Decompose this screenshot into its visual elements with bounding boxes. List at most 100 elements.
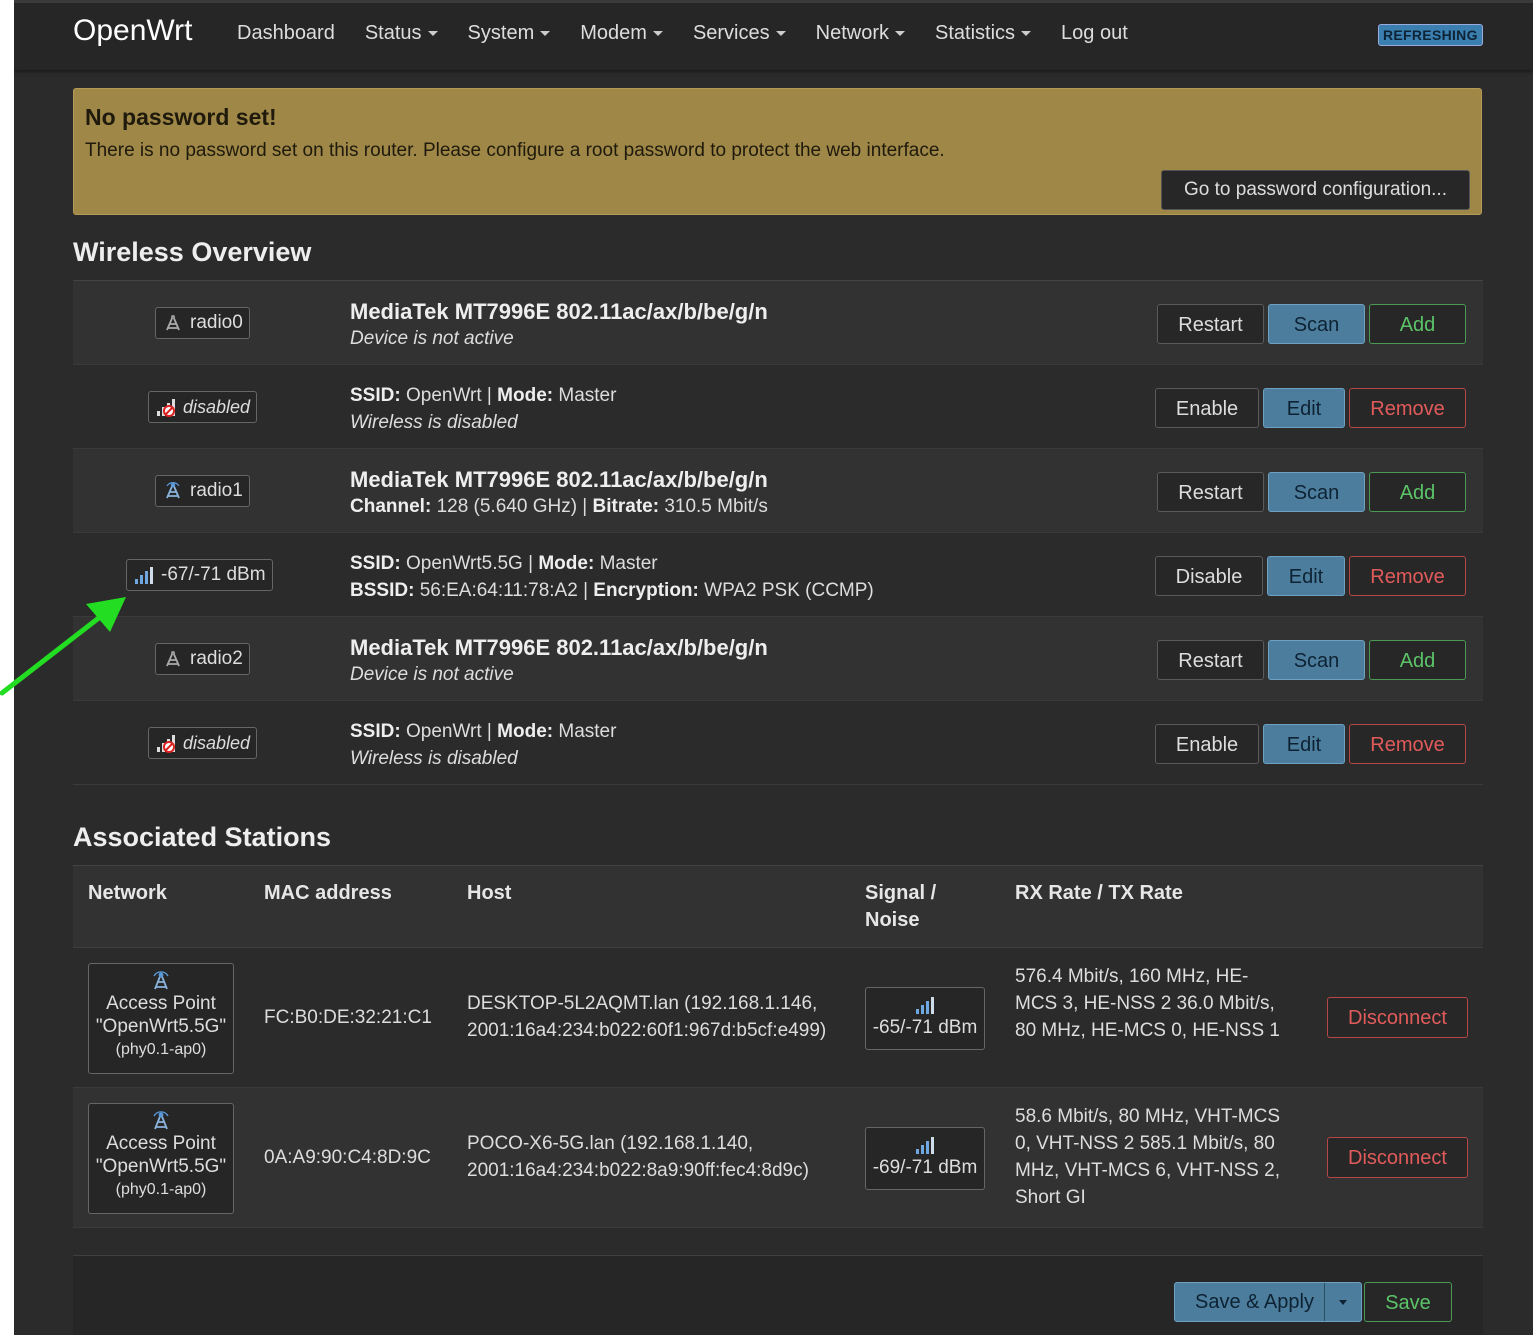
ssid-label: SSID:: [350, 721, 401, 742]
iface-ssid-line: SSID: OpenWrt5.5G | Mode: Master: [350, 553, 658, 574]
iface-status: Wireless is disabled: [350, 412, 518, 433]
radio-title: MediaTek MT7996E 802.11ac/ax/b/be/g/n: [350, 467, 768, 492]
brand-logo[interactable]: OpenWrt: [73, 14, 193, 48]
restart-button[interactable]: Restart: [1157, 472, 1264, 512]
nav-status[interactable]: Status: [365, 22, 438, 45]
signal-icon: [133, 564, 155, 586]
caret-down-icon: [1338, 1299, 1347, 1305]
access-point-icon: [89, 1110, 233, 1132]
network-ifname: (phy0.1-ap0): [115, 1181, 207, 1198]
scan-button[interactable]: Scan: [1268, 472, 1365, 512]
iface-info: SSID: OpenWrt | Mode: Master Wireless is…: [350, 382, 616, 436]
signal-disabled-icon: [155, 732, 177, 754]
channel-value: 128 (5.640 GHz): [436, 496, 578, 517]
nav-label: Log out: [1061, 22, 1128, 44]
bssid-label: BSSID:: [350, 580, 415, 601]
caret-down-icon: [652, 31, 663, 37]
add-button[interactable]: Add: [1369, 640, 1466, 680]
add-button[interactable]: Add: [1369, 472, 1466, 512]
radio-info: MediaTek MT7996E 802.11ac/ax/b/be/g/n Ch…: [350, 466, 768, 520]
radio-badge-label: radio1: [190, 480, 243, 501]
ssid-label: SSID:: [350, 385, 401, 406]
save-apply-button[interactable]: Save & Apply: [1175, 1283, 1324, 1321]
disconnect-button[interactable]: Disconnect: [1327, 997, 1468, 1038]
mode-value: Master: [599, 553, 658, 574]
nav-network[interactable]: Network: [816, 22, 905, 45]
radio-title: MediaTek MT7996E 802.11ac/ax/b/be/g/n: [350, 635, 768, 660]
remove-button[interactable]: Remove: [1349, 556, 1466, 596]
mode-value: Master: [558, 721, 617, 742]
radio-actions: Restart Scan Add: [1153, 304, 1466, 344]
iface-row: disabled SSID: OpenWrt | Mode: Master Wi…: [73, 365, 1483, 449]
save-apply-dropdown[interactable]: [1323, 1283, 1361, 1321]
iface-signal-badge: -67/-71 dBm: [126, 559, 273, 591]
scan-button[interactable]: Scan: [1268, 304, 1365, 344]
iface-row: disabled SSID: OpenWrt | Mode: Master Wi…: [73, 701, 1483, 785]
signal-icon: [866, 1136, 984, 1156]
radio-active-icon: [162, 480, 184, 502]
radio-icon: [162, 312, 184, 334]
remove-button[interactable]: Remove: [1349, 388, 1466, 428]
col-rate: RX Rate / TX Rate: [1015, 882, 1183, 904]
caret-down-icon: [1021, 31, 1032, 37]
wireless-overview-table: radio0 MediaTek MT7996E 802.11ac/ax/b/be…: [73, 280, 1483, 785]
mode-value: Master: [558, 385, 617, 406]
encryption-value: WPA2 PSK (CCMP): [704, 580, 874, 601]
ssid-label: SSID:: [350, 553, 401, 574]
radio-info: MediaTek MT7996E 802.11ac/ax/b/be/g/n De…: [350, 634, 768, 688]
add-button[interactable]: Add: [1369, 304, 1466, 344]
bssid-value: 56:EA:64:11:78:A2: [419, 580, 578, 601]
enable-button[interactable]: Enable: [1155, 724, 1259, 764]
save-button[interactable]: Save: [1364, 1282, 1452, 1322]
disconnect-button[interactable]: Disconnect: [1327, 1137, 1468, 1178]
edit-button[interactable]: Edit: [1267, 556, 1345, 596]
nav-logout[interactable]: Log out: [1061, 22, 1128, 45]
iface-actions: Disable Edit Remove: [1151, 556, 1466, 596]
iface-status: Wireless is disabled: [350, 748, 518, 769]
nav-dashboard[interactable]: Dashboard: [237, 22, 335, 45]
iface-badge: disabled: [148, 727, 258, 759]
nav-modem[interactable]: Modem: [580, 22, 663, 45]
signal-value: -69/-71 dBm: [872, 1157, 978, 1178]
nav-label: System: [467, 22, 535, 44]
signal-icon: [866, 996, 984, 1016]
password-config-button[interactable]: Go to password configuration...: [1161, 170, 1470, 210]
luci-app: OpenWrt Dashboard Status System Modem Se…: [14, 0, 1533, 1335]
stations-table-header: Network MAC address Host Signal / Noise …: [73, 866, 1483, 948]
nav-label: Status: [364, 22, 422, 44]
refreshing-indicator[interactable]: REFRESHING: [1378, 24, 1483, 46]
radio-status: Device is not active: [350, 664, 514, 685]
bitrate-value: 310.5 Mbit/s: [664, 496, 768, 517]
annotation-arrow-icon: [0, 597, 126, 696]
remove-button[interactable]: Remove: [1349, 724, 1466, 764]
access-point-icon: [89, 970, 233, 992]
scan-button[interactable]: Scan: [1268, 640, 1365, 680]
mode-label: Mode:: [497, 385, 554, 406]
radio-row-radio1: radio1 MediaTek MT7996E 802.11ac/ax/b/be…: [73, 449, 1483, 533]
iface-info: SSID: OpenWrt | Mode: Master Wireless is…: [350, 718, 616, 772]
host: DESKTOP-5L2AQMT.lan (192.168.1.146, 2001…: [467, 993, 827, 1041]
edit-button[interactable]: Edit: [1263, 388, 1345, 428]
alert-title: No password set!: [85, 104, 277, 130]
nav-system[interactable]: System: [468, 22, 551, 45]
signal-badge: -69/-71 dBm: [865, 1127, 985, 1190]
network-ifname: (phy0.1-ap0): [115, 1041, 207, 1058]
nav-services[interactable]: Services: [693, 22, 786, 45]
edit-button[interactable]: Edit: [1263, 724, 1345, 764]
no-password-alert: No password set! There is no password se…: [73, 88, 1482, 215]
nav-label: Network: [815, 22, 889, 44]
network-ssid: "OpenWrt5.5G": [95, 1156, 227, 1177]
enable-button[interactable]: Enable: [1155, 388, 1259, 428]
restart-button[interactable]: Restart: [1157, 304, 1264, 344]
col-mac: MAC address: [264, 882, 392, 904]
radio-badge-label: radio2: [190, 648, 243, 669]
iface-bssid-line: BSSID: 56:EA:64:11:78:A2 | Encryption: W…: [350, 580, 874, 601]
nav-label: Dashboard: [237, 22, 335, 44]
caret-down-icon: [540, 31, 551, 37]
radio-badge-label: radio0: [190, 312, 243, 333]
nav-statistics[interactable]: Statistics: [935, 22, 1032, 45]
table-row: Access Point "OpenWrt5.5G" (phy0.1-ap0) …: [73, 948, 1483, 1088]
disable-button[interactable]: Disable: [1155, 556, 1263, 596]
restart-button[interactable]: Restart: [1157, 640, 1264, 680]
signal-badge: -65/-71 dBm: [865, 987, 985, 1050]
